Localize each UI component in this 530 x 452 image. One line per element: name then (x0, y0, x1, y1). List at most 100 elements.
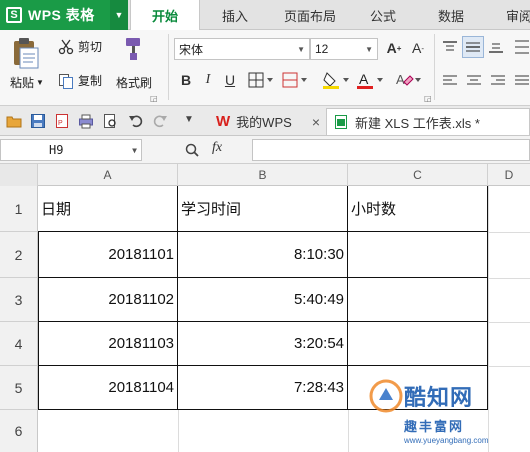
close-icon[interactable]: × (312, 114, 320, 130)
paste-dropdown-icon[interactable]: ▼ (36, 78, 44, 87)
font-color-icon[interactable]: A (356, 70, 386, 90)
row-header-1[interactable]: 1 (0, 186, 38, 232)
font-launcher-icon[interactable]: ◲ (424, 94, 432, 103)
font-name-select[interactable]: 宋体 ▼ (174, 38, 310, 60)
ribbon-home: 粘贴 ▼ 剪切 复制 格式刷 宋体 ▼ 12 ▼ A + A- B I U A … (0, 30, 530, 106)
column-header-c[interactable]: C (348, 164, 488, 186)
doc-tab-label: 新建 XLS 工作表.xls * (355, 115, 480, 131)
align-middle-button[interactable] (462, 36, 484, 58)
bold-button[interactable]: B (176, 70, 196, 90)
align-left-icon[interactable] (442, 74, 458, 88)
row-header-2[interactable]: 2 (0, 232, 38, 278)
wrap-text-icon[interactable] (514, 38, 530, 56)
column-header-a[interactable]: A (38, 164, 178, 186)
quick-access-bar: P ▼ W 我的WPS × 新建 XLS 工作表.xls * (0, 106, 530, 136)
tab-formulas[interactable]: 公式 (352, 0, 414, 30)
cell-c1[interactable]: 小时数 (348, 186, 487, 231)
open-folder-icon[interactable] (6, 113, 22, 129)
doc-tab-my-wps[interactable]: W 我的WPS × (212, 108, 324, 135)
customize-toolbar-icon[interactable]: ▼ (184, 114, 194, 125)
undo-icon[interactable] (128, 113, 144, 129)
cell-a4[interactable]: 20181103 (38, 322, 177, 365)
select-all-corner[interactable] (0, 164, 38, 186)
italic-button[interactable]: I (198, 70, 218, 90)
row-header-4[interactable]: 4 (0, 322, 38, 366)
tab-insert[interactable]: 插入 (202, 0, 268, 30)
cell-a3[interactable]: 20181102 (38, 278, 177, 321)
font-size-value: 12 (315, 42, 329, 56)
column-header-d[interactable]: D (488, 164, 530, 186)
paste-icon[interactable] (8, 36, 42, 70)
watermark-text: 酷知网 (404, 385, 474, 410)
svg-text:A: A (396, 72, 405, 87)
align-center-icon[interactable] (466, 74, 482, 88)
cut-button[interactable]: 剪切 (58, 38, 102, 55)
redo-icon[interactable] (152, 113, 168, 129)
export-pdf-icon[interactable]: P (54, 113, 70, 129)
copy-button[interactable]: 复制 (58, 72, 102, 89)
format-painter-icon[interactable] (122, 36, 146, 62)
row-header-3[interactable]: 3 (0, 278, 38, 322)
copy-icon (59, 73, 73, 89)
cell-a2[interactable]: 20181101 (38, 232, 177, 277)
doc-tab-workbook[interactable]: 新建 XLS 工作表.xls * (326, 108, 530, 135)
format-painter-button[interactable]: 格式刷 (116, 74, 152, 91)
row-header-5[interactable]: 5 (0, 366, 38, 410)
zoom-icon[interactable] (184, 142, 200, 158)
increase-font-icon[interactable]: A + (384, 38, 404, 58)
font-name-value: 宋体 (179, 42, 204, 57)
tab-review[interactable]: 审阅 (494, 0, 530, 30)
app-menu-dropdown-icon[interactable]: ▼ (110, 0, 128, 30)
cell-b3[interactable]: 5:40:49 (178, 278, 347, 321)
font-size-select[interactable]: 12 ▼ (310, 38, 378, 60)
align-top-icon[interactable] (442, 40, 458, 54)
table-border (487, 186, 488, 410)
merge-cells-icon[interactable] (282, 72, 310, 88)
row-header-6[interactable]: 6 (0, 410, 38, 452)
cell-c2[interactable] (348, 232, 487, 277)
clipboard-launcher-icon[interactable]: ◲ (150, 94, 158, 103)
column-header-b[interactable]: B (178, 164, 348, 186)
print-preview-icon[interactable] (102, 113, 118, 129)
tab-home[interactable]: 开始 (130, 0, 200, 31)
gridline (348, 410, 349, 452)
column-header-row: A B C D (0, 164, 530, 186)
gridline (488, 366, 530, 367)
ribbon-separator (434, 34, 435, 100)
print-icon[interactable] (78, 113, 94, 129)
svg-text:A: A (359, 71, 369, 87)
formula-input[interactable] (252, 139, 530, 161)
cell-c3[interactable] (348, 278, 487, 321)
watermark-subtext: 趣丰富网 (404, 419, 465, 434)
align-bottom-icon[interactable] (488, 40, 504, 54)
cell-a1[interactable]: 日期 (38, 186, 177, 231)
align-right-icon[interactable] (490, 74, 506, 88)
cell-b1[interactable]: 学习时间 (178, 186, 347, 231)
gridline (178, 410, 179, 452)
cut-label: 剪切 (78, 40, 103, 54)
justify-icon[interactable] (514, 74, 530, 88)
border-icon[interactable] (248, 72, 276, 88)
cell-b2[interactable]: 8:10:30 (178, 232, 347, 277)
tab-page-layout[interactable]: 页面布局 (270, 0, 350, 30)
tab-data[interactable]: 数据 (418, 0, 484, 30)
fill-color-icon[interactable] (322, 70, 352, 90)
name-box[interactable]: H9 ▼ (0, 139, 142, 161)
insert-function-button[interactable]: fx (212, 140, 222, 156)
clear-format-icon[interactable]: A (394, 70, 424, 90)
svg-text:P: P (58, 120, 63, 127)
cell-b4[interactable]: 3:20:54 (178, 322, 347, 365)
cell-a5[interactable]: 20181104 (38, 366, 177, 409)
paste-button[interactable]: 粘贴 ▼ (10, 74, 44, 91)
save-icon[interactable] (30, 113, 46, 129)
app-name: WPS 表格 (28, 7, 95, 23)
cell-b5[interactable]: 7:28:43 (178, 366, 347, 409)
decrease-font-icon[interactable]: A- (408, 38, 428, 58)
copy-label: 复制 (78, 74, 103, 88)
underline-button[interactable]: U (220, 70, 240, 90)
app-menu-button[interactable]: S WPS 表格 ▼ (0, 0, 128, 30)
name-box-value: H9 (49, 143, 64, 157)
chevron-down-icon[interactable]: ▼ (132, 146, 137, 155)
gridline (488, 186, 489, 452)
cell-c4[interactable] (348, 322, 487, 365)
